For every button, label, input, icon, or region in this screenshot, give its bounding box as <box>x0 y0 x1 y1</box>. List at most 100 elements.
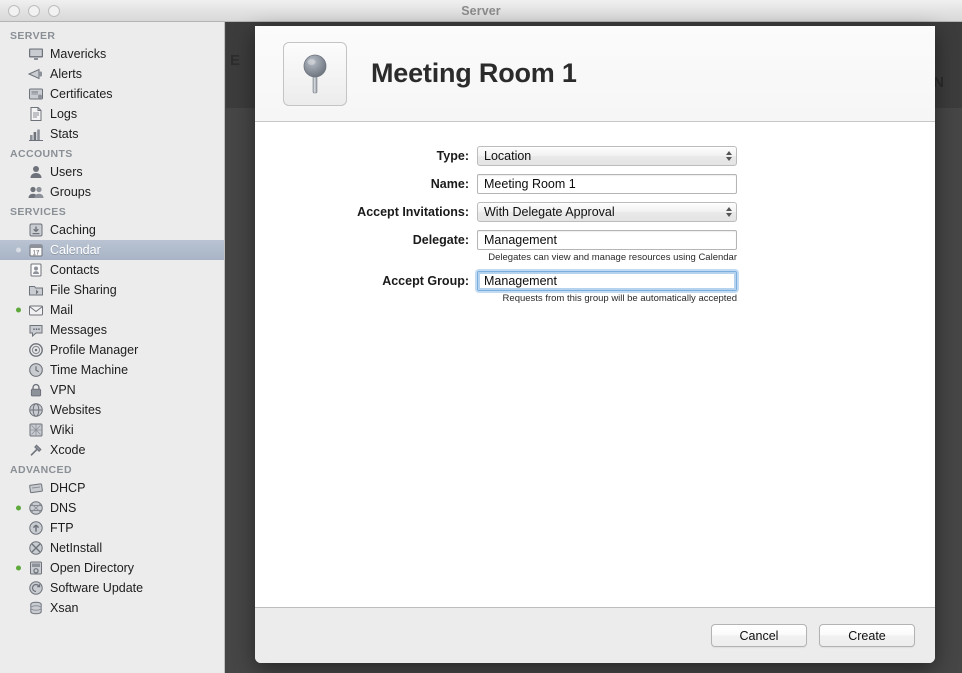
cancel-button[interactable]: Cancel <box>711 624 807 647</box>
sidebar-item-wiki[interactable]: Wiki <box>0 420 224 440</box>
wiki-icon <box>28 422 44 438</box>
sidebar-item-file-sharing[interactable]: File Sharing <box>0 280 224 300</box>
name-input-value: Meeting Room 1 <box>484 177 576 191</box>
window-titlebar: Server <box>0 0 962 22</box>
contacts-icon <box>28 262 44 278</box>
accept-invitations-popup-button[interactable]: With Delegate Approval <box>477 202 737 222</box>
svg-text:17: 17 <box>33 250 40 256</box>
hammer-icon <box>28 442 44 458</box>
resource-editor-sheet: Meeting Room 1 Type: Location Name: Meet… <box>255 26 935 663</box>
messages-icon <box>28 322 44 338</box>
group-icon <box>28 184 44 200</box>
sheet-title: Meeting Room 1 <box>371 58 577 88</box>
display-icon <box>28 46 44 62</box>
field-row-name: Name: Meeting Room 1 <box>255 174 935 194</box>
sidebar-item-xsan[interactable]: Xsan <box>0 598 224 618</box>
field-row-accept-invitations: Accept Invitations: With Delegate Approv… <box>255 202 935 222</box>
document-icon <box>28 106 44 122</box>
create-button[interactable]: Create <box>819 624 915 647</box>
sidebar-item-label: Websites <box>50 403 102 417</box>
sidebar-item-label: Caching <box>50 223 96 237</box>
sidebar-item-netinstall[interactable]: NetInstall <box>0 538 224 558</box>
sidebar-item-label: NetInstall <box>50 541 103 555</box>
accept-invitations-control-wrap: With Delegate Approval <box>477 202 737 222</box>
sidebar-item-caching[interactable]: Caching <box>0 220 224 240</box>
sidebar-group-header: ACCOUNTS <box>10 148 73 160</box>
delegate-label: Delegate: <box>412 233 469 247</box>
chevron-updown-icon <box>726 151 732 161</box>
sidebar-item-groups[interactable]: Groups <box>0 182 224 202</box>
accept-invitations-label: Accept Invitations: <box>357 205 469 219</box>
field-row-accept-group: Accept Group: Management Requests from t… <box>255 271 935 304</box>
sidebar-group-header: SERVICES <box>10 206 67 218</box>
xsan-icon <box>28 600 44 616</box>
field-row-delegate: Delegate: Management Delegates can view … <box>255 230 935 263</box>
sidebar-item-dhcp[interactable]: DHCP <box>0 478 224 498</box>
sidebar-item-contacts[interactable]: Contacts <box>0 260 224 280</box>
accept-group-input[interactable]: Management <box>477 271 737 291</box>
name-control-wrap: Meeting Room 1 <box>477 174 737 194</box>
sidebar-item-mavericks[interactable]: Mavericks <box>0 44 224 64</box>
name-label: Name: <box>430 177 469 191</box>
clock-icon <box>28 362 44 378</box>
sidebar-item-label: Alerts <box>50 67 82 81</box>
delegate-input-value: Management <box>484 233 557 247</box>
sidebar-item-time-machine[interactable]: Time Machine <box>0 360 224 380</box>
sidebar-item-calendar[interactable]: 17 Calendar <box>0 240 224 260</box>
status-indicator <box>16 247 21 253</box>
sidebar-item-label: Mavericks <box>50 47 107 61</box>
accept-group-label: Accept Group: <box>382 274 469 288</box>
sidebar-item-websites[interactable]: Websites <box>0 400 224 420</box>
sidebar-item-label: File Sharing <box>50 283 117 297</box>
sidebar-item-alerts[interactable]: Alerts <box>0 64 224 84</box>
type-label: Type: <box>436 149 469 163</box>
accept-group-input-value: Management <box>484 274 557 288</box>
sidebar-item-label: Profile Manager <box>50 343 139 357</box>
delegate-control-wrap: Management Delegates can view and manage… <box>477 230 737 263</box>
accept-invitations-popup-value: With Delegate Approval <box>484 205 615 219</box>
sidebar-item-xcode[interactable]: Xcode <box>0 440 224 460</box>
sidebar-item-vpn[interactable]: VPN <box>0 380 224 400</box>
sidebar-item-messages[interactable]: Messages <box>0 320 224 340</box>
profile-manager-icon <box>28 342 44 358</box>
sidebar-item-label: Groups <box>50 185 91 199</box>
dimmed-left-text: E <box>230 52 241 69</box>
sidebar-item-label: DHCP <box>50 481 86 495</box>
sidebar-item-software-update[interactable]: Software Update <box>0 578 224 598</box>
type-popup-button[interactable]: Location <box>477 146 737 166</box>
delegate-input[interactable]: Management <box>477 230 737 250</box>
sidebar-item-label: Xsan <box>50 601 79 615</box>
sidebar-item-label: VPN <box>50 383 76 397</box>
server-app-window: Server N E SERVER Mavericks Alerts Certific… <box>0 0 962 673</box>
sidebar-item-dns[interactable]: DNS <box>0 498 224 518</box>
sidebar-item-certificates[interactable]: Certificates <box>0 84 224 104</box>
window-title: Server <box>461 3 501 18</box>
sidebar[interactable]: SERVER Mavericks Alerts Certificates Logs Sta… <box>0 22 225 673</box>
user-icon <box>28 164 44 180</box>
sidebar-item-mail[interactable]: Mail <box>0 300 224 320</box>
globe-icon <box>28 402 44 418</box>
sidebar-item-open-directory[interactable]: Open Directory <box>0 558 224 578</box>
sidebar-item-label: Open Directory <box>50 561 135 575</box>
sidebar-item-profile-manager[interactable]: Profile Manager <box>0 340 224 360</box>
sidebar-item-users[interactable]: Users <box>0 162 224 182</box>
delegate-help-text: Delegates can view and manage resources … <box>488 252 737 263</box>
certificate-icon <box>28 86 44 102</box>
sidebar-item-label: Stats <box>50 127 79 141</box>
sheet-footer: Cancel Create <box>255 607 935 663</box>
name-input[interactable]: Meeting Room 1 <box>477 174 737 194</box>
sidebar-item-stats[interactable]: Stats <box>0 124 224 144</box>
sidebar-group-header: SERVER <box>10 30 56 42</box>
sidebar-item-label: Mail <box>50 303 73 317</box>
lock-icon <box>28 382 44 398</box>
dns-icon <box>28 500 44 516</box>
chevron-updown-icon <box>726 207 732 217</box>
sidebar-item-logs[interactable]: Logs <box>0 104 224 124</box>
sidebar-item-label: DNS <box>50 501 77 515</box>
sidebar-item-label: Users <box>50 165 83 179</box>
sidebar-item-ftp[interactable]: FTP <box>0 518 224 538</box>
accept-group-control-wrap: Management Requests from this group will… <box>477 271 737 304</box>
calendar-icon: 17 <box>28 242 44 258</box>
field-row-type: Type: Location <box>255 146 935 166</box>
sheet-header: Meeting Room 1 <box>255 26 935 122</box>
